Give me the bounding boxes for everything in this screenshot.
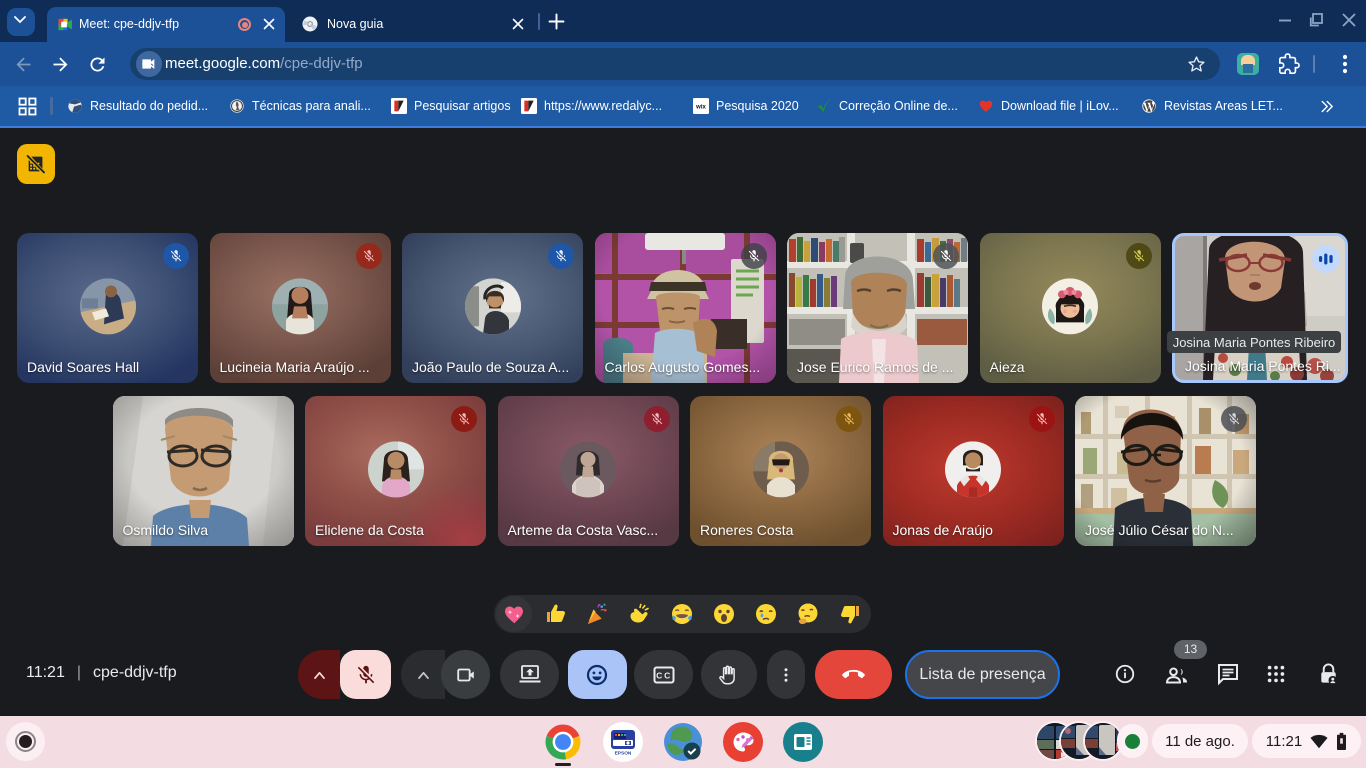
svg-text:EPSON: EPSON	[615, 751, 632, 757]
svg-text:C: C	[656, 670, 662, 680]
svg-text:C: C	[664, 670, 670, 680]
svg-text:wix: wix	[695, 105, 706, 111]
